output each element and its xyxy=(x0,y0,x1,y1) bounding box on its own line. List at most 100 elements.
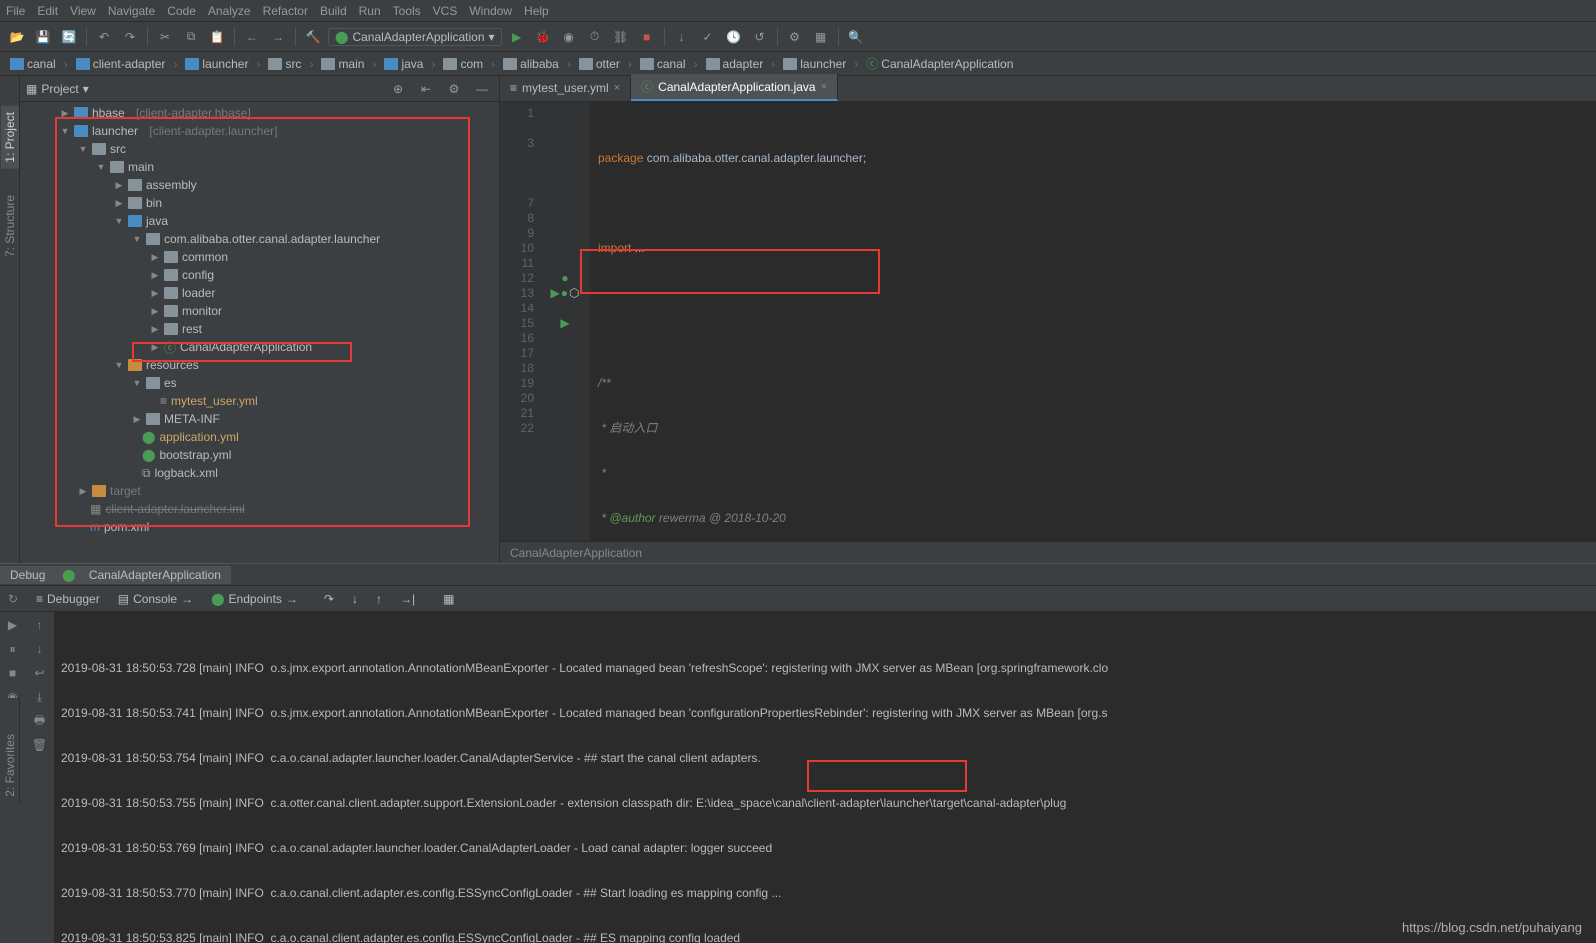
tree-item-appyml[interactable]: ⬤application.yml xyxy=(20,428,499,446)
menu-refactor[interactable]: Refactor xyxy=(263,4,308,18)
tree-item-target[interactable]: ▶target xyxy=(20,482,499,500)
step-out-icon[interactable]: ↑ xyxy=(368,589,390,609)
pin-icon[interactable]: → xyxy=(286,592,298,606)
attach-icon[interactable]: ⛓ xyxy=(610,26,632,48)
paste-icon[interactable]: 📋 xyxy=(206,26,228,48)
search-icon[interactable]: 🔍 xyxy=(845,26,867,48)
crumb-otter[interactable]: otter xyxy=(575,56,624,72)
pause-icon[interactable]: ⏸ xyxy=(4,640,22,658)
gear-icon[interactable]: ⚙ xyxy=(443,78,465,100)
menu-help[interactable]: Help xyxy=(524,4,549,18)
menu-edit[interactable]: Edit xyxy=(37,4,58,18)
down-icon[interactable]: ↓ xyxy=(30,640,50,658)
crumb-canal2[interactable]: canal xyxy=(636,56,690,72)
run-gutter-icon[interactable]: ▶ xyxy=(560,316,569,331)
rerun-icon[interactable]: ↻ xyxy=(4,590,22,608)
build-icon[interactable]: 🔨 xyxy=(302,26,324,48)
scroll-icon[interactable]: ⤓ xyxy=(30,688,50,706)
tree-item-resources[interactable]: ▼resources xyxy=(20,356,499,374)
wrap-icon[interactable]: ↩ xyxy=(30,664,50,682)
menu-window[interactable]: Window xyxy=(469,4,512,18)
expand-icon[interactable]: ▶ xyxy=(150,270,160,281)
nav-gutter-icon[interactable]: ⬡ xyxy=(569,286,579,301)
bean-gutter-icon[interactable]: ● xyxy=(561,286,568,301)
crumb-main[interactable]: main xyxy=(317,56,368,72)
save-icon[interactable]: 💾 xyxy=(32,26,54,48)
profile-icon[interactable]: ⏱ xyxy=(584,26,606,48)
open-icon[interactable]: 📂 xyxy=(6,26,28,48)
vcs-commit-icon[interactable]: ✓ xyxy=(697,26,719,48)
tab-structure[interactable]: 7: Structure xyxy=(1,189,19,263)
resume-icon[interactable]: ▶ xyxy=(4,616,22,634)
collapse-icon[interactable]: ⇤ xyxy=(415,78,437,100)
menu-view[interactable]: View xyxy=(70,4,96,18)
expand-icon[interactable]: ▶ xyxy=(150,252,160,263)
crumb-launcher2[interactable]: launcher xyxy=(779,56,850,72)
hide-icon[interactable]: — xyxy=(471,78,493,100)
run-icon[interactable]: ▶ xyxy=(506,26,528,48)
tree-item-loader[interactable]: ▶loader xyxy=(20,284,499,302)
pin-icon[interactable]: → xyxy=(181,592,193,606)
tree-item-mytest[interactable]: ≡mytest_user.yml xyxy=(20,392,499,410)
tab-debugger[interactable]: ≡Debugger xyxy=(28,589,108,609)
expand-icon[interactable]: ▼ xyxy=(96,162,106,172)
tree-item-common[interactable]: ▶common xyxy=(20,248,499,266)
expand-icon[interactable]: ▶ xyxy=(114,198,124,209)
step-into-icon[interactable]: ↓ xyxy=(344,589,366,609)
spring-gutter-icon[interactable]: ● xyxy=(561,271,568,286)
tree-item-java[interactable]: ▼java xyxy=(20,212,499,230)
undo-icon[interactable]: ↶ xyxy=(93,26,115,48)
gear-icon[interactable]: ⚙ xyxy=(784,26,806,48)
expand-icon[interactable]: ▶ xyxy=(150,342,160,353)
menu-navigate[interactable]: Navigate xyxy=(108,4,155,18)
menu-tools[interactable]: Tools xyxy=(393,4,421,18)
expand-icon[interactable]: ▶ xyxy=(150,306,160,317)
tab-caa[interactable]: ⓒCanalAdapterApplication.java× xyxy=(631,74,838,101)
crumb-src[interactable]: src xyxy=(264,56,305,72)
tree-item-launcher[interactable]: ▼launcher [client-adapter.launcher] xyxy=(20,122,499,140)
up-icon[interactable]: ↑ xyxy=(30,616,50,634)
step-over-icon[interactable]: ↷ xyxy=(316,589,342,609)
expand-icon[interactable]: ▼ xyxy=(114,216,124,226)
code-area[interactable]: 1 3 7 8 9 10 11 12 13 14 15 16 17 18 19 … xyxy=(500,102,1596,541)
tree-item-rest[interactable]: ▶rest xyxy=(20,320,499,338)
crumb-class[interactable]: ⓒCanalAdapterApplication xyxy=(862,54,1017,73)
crumb-java[interactable]: java xyxy=(380,56,427,72)
evaluate-icon[interactable]: ▦ xyxy=(435,589,462,609)
expand-icon[interactable]: ▼ xyxy=(60,126,70,136)
tree-item-iml[interactable]: ▦client-adapter.launcher.iml xyxy=(20,500,499,518)
expand-icon[interactable]: ▶ xyxy=(150,324,160,335)
back-icon[interactable]: ← xyxy=(241,26,263,48)
console-output[interactable]: 2019-08-31 18:50:53.728 [main] INFO o.s.… xyxy=(55,612,1596,943)
crumb-canal[interactable]: canal xyxy=(6,56,60,72)
tree-item-hbase[interactable]: ▶hbase [client-adapter.hbase] xyxy=(20,104,499,122)
tab-mytest[interactable]: ≡mytest_user.yml× xyxy=(500,77,631,101)
tab-console[interactable]: ▤Console→ xyxy=(110,589,201,609)
tree-item-src[interactable]: ▼src xyxy=(20,140,499,158)
rollback-icon[interactable]: ↺ xyxy=(749,26,771,48)
tree-item-config[interactable]: ▶config xyxy=(20,266,499,284)
copy-icon[interactable]: ⧉ xyxy=(180,26,202,48)
menu-build[interactable]: Build xyxy=(320,4,347,18)
sync-icon[interactable]: 🔄 xyxy=(58,26,80,48)
crumb-launcher[interactable]: launcher xyxy=(181,56,252,72)
coverage-icon[interactable]: ◉ xyxy=(558,26,580,48)
print-icon[interactable]: 🖶 xyxy=(30,712,50,730)
expand-icon[interactable]: ▶ xyxy=(114,180,124,191)
close-icon[interactable]: × xyxy=(614,82,620,94)
expand-icon[interactable]: ▶ xyxy=(150,288,160,299)
tree-item-meta[interactable]: ▶META-INF xyxy=(20,410,499,428)
run-to-cursor-icon[interactable]: →| xyxy=(392,589,423,609)
crumb-alibaba[interactable]: alibaba xyxy=(499,56,563,72)
tree-item-boot[interactable]: ⬤bootstrap.yml xyxy=(20,446,499,464)
clear-icon[interactable]: 🗑 xyxy=(30,736,50,754)
expand-icon[interactable]: ▼ xyxy=(132,234,142,244)
stop-icon[interactable]: ■ xyxy=(636,26,658,48)
crumb-adapter[interactable]: adapter xyxy=(702,56,768,72)
tree-item-monitor[interactable]: ▶monitor xyxy=(20,302,499,320)
vcs-update-icon[interactable]: ↓ xyxy=(671,26,693,48)
forward-icon[interactable]: → xyxy=(267,26,289,48)
code-body[interactable]: package com.alibaba.otter.canal.adapter.… xyxy=(590,102,1596,541)
run-gutter-icon[interactable]: ▶ xyxy=(551,286,560,301)
tab-endpoints[interactable]: ⬤Endpoints→ xyxy=(203,589,306,609)
